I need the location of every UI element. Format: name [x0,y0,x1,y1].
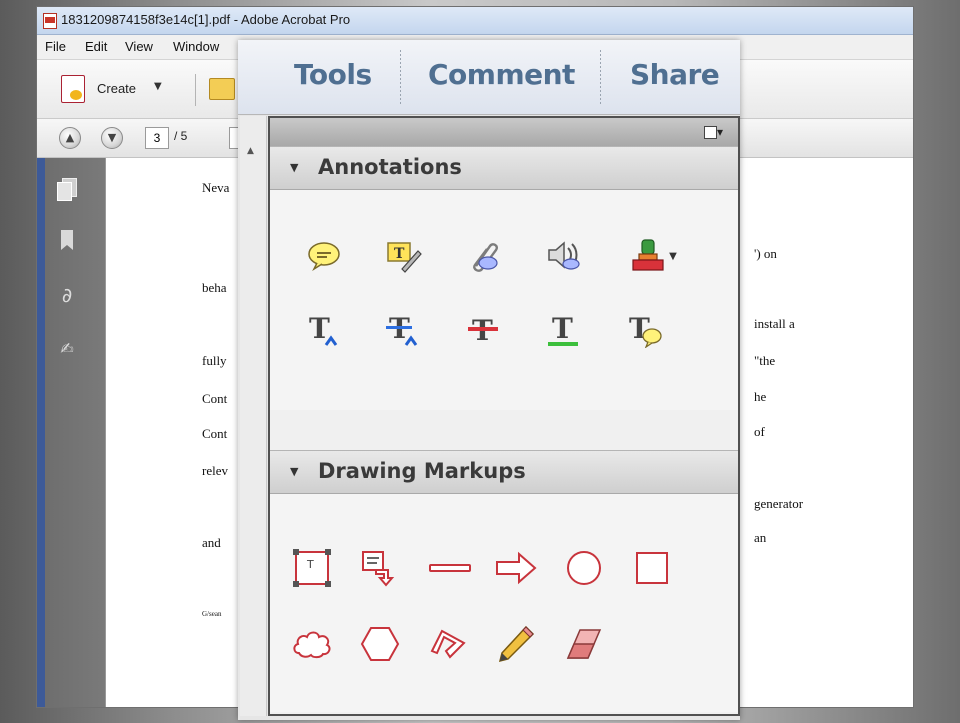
drawing-markups-tools: T [270,494,738,712]
tab-tools[interactable]: Tools [294,58,372,91]
rectangle-icon[interactable] [630,546,674,590]
attachments-icon[interactable]: ∂ [57,284,77,306]
replace-text-icon[interactable]: T [382,308,426,352]
doc-text-line: fully [202,353,227,368]
doc-text-line: generator [754,496,804,511]
comment-tools-pane: Tools Comment Share ▲ ▾ ▼ Annotations T [238,40,740,720]
tab-comment[interactable]: Comment [428,58,575,91]
cloud-icon[interactable] [290,622,334,666]
callout-icon[interactable] [358,546,402,590]
doc-text-line: an [754,530,767,545]
navigation-pane-border [37,158,45,707]
panel-options-bar: ▾ [270,118,738,147]
collapse-triangle-icon: ▼ [290,161,299,174]
title-bar: 1831209874158f3e14c[1].pdf - Adobe Acrob… [37,7,913,35]
record-audio-icon[interactable] [542,234,586,278]
chevron-down-icon: ▼ [154,81,162,92]
doc-text-line: and [202,535,221,550]
tab-separator [600,50,601,106]
doc-text-line: "the [754,353,776,368]
create-button[interactable]: Create ▼ [57,73,177,105]
doc-text-line: Neva [202,180,230,195]
pane-scrollbar[interactable]: ▲ [240,116,267,716]
eraser-icon[interactable] [562,622,606,666]
page-thumbnails-icon[interactable] [57,178,77,201]
line-icon[interactable] [428,546,472,590]
next-page-icon[interactable]: ▼ [101,127,123,149]
polygon-icon[interactable] [358,622,402,666]
insert-text-icon[interactable]: T [302,308,346,352]
svg-text:T: T [306,558,314,571]
annotations-section-header[interactable]: ▼ Annotations [270,146,738,190]
doc-text-line: G/sean [202,610,222,618]
text-box-icon[interactable]: T [290,546,334,590]
doc-text-line: he [754,389,767,404]
doc-text-line: ') on [754,246,777,261]
doc-text-line: relev [202,463,228,478]
doc-text-line: Cont [202,391,228,406]
doc-text-line: install a [754,316,795,331]
annotations-tools: T ▼ T T T T [270,190,738,410]
doc-text-line: of [754,424,765,439]
svg-text:T: T [394,246,405,262]
menu-view[interactable]: View [125,39,153,54]
stamp-dropdown-icon[interactable]: ▼ [669,251,677,262]
highlight-text-icon[interactable]: T [382,234,426,278]
panel-options-icon[interactable]: ▾ [704,124,726,140]
tab-separator [400,50,401,106]
comment-panel: ▾ ▼ Annotations T ▼ T T T T ▼ Drawing Ma… [268,116,740,716]
svg-text:T: T [552,312,573,345]
drawing-markups-title: Drawing Markups [318,459,526,483]
connected-lines-icon[interactable] [426,622,470,666]
page-number-input[interactable]: 3 [145,127,169,149]
doc-text-line: Cont [202,426,228,441]
annotations-title: Annotations [318,155,462,179]
signatures-icon[interactable]: ✍ [57,338,77,360]
page-total: / 5 [174,129,188,143]
attach-file-icon[interactable] [462,234,506,278]
bookmarks-icon[interactable] [57,230,77,252]
scroll-up-icon[interactable]: ▲ [247,146,254,156]
pane-tab-bar: Tools Comment Share [238,40,740,115]
navigation-pane: ∂ ✍ [37,158,105,707]
add-stamp-icon[interactable]: ▼ [622,234,686,278]
doc-text-line: beha [202,280,227,295]
open-folder-icon[interactable] [209,78,235,100]
sticky-note-icon[interactable] [302,234,346,278]
collapse-triangle-icon: ▼ [290,465,299,478]
arrow-icon[interactable] [494,546,538,590]
strikethrough-icon[interactable]: T [462,308,506,352]
tab-share[interactable]: Share [630,58,720,91]
create-label: Create [97,81,137,96]
menu-file[interactable]: File [45,39,66,54]
underline-icon[interactable]: T [542,308,586,352]
svg-text:T: T [309,312,330,345]
window-title: 1831209874158f3e14c[1].pdf - Adobe Acrob… [61,12,351,27]
pencil-icon[interactable] [494,622,538,666]
add-note-to-text-icon[interactable]: T [622,308,666,352]
create-pdf-icon [61,75,85,103]
menu-window[interactable]: Window [173,39,219,54]
menu-edit[interactable]: Edit [85,39,107,54]
pdf-file-icon [43,13,57,29]
oval-icon[interactable] [562,546,606,590]
drawing-markups-section-header[interactable]: ▼ Drawing Markups [270,450,738,494]
toolbar-divider [195,74,196,106]
previous-page-icon[interactable]: ▲ [59,127,81,149]
